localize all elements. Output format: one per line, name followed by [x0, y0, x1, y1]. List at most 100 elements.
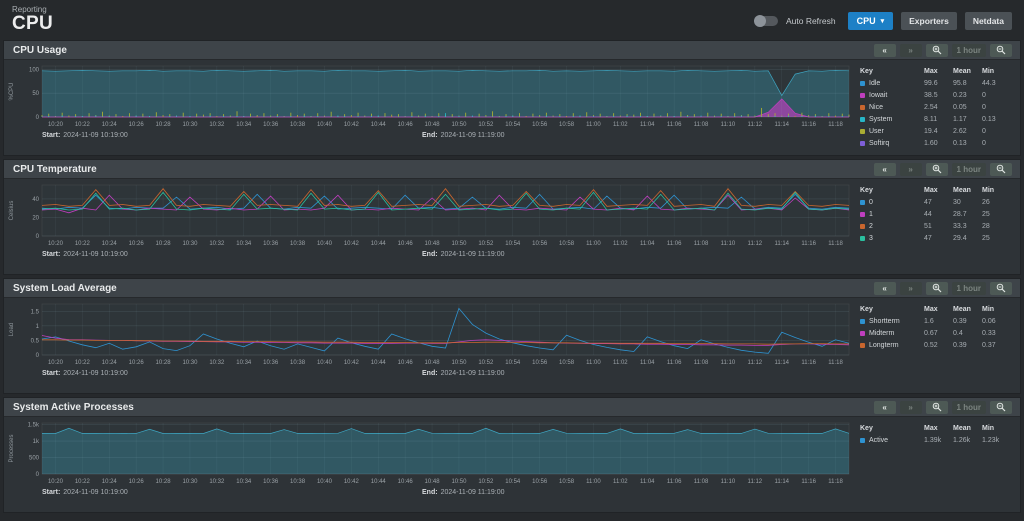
series-color-dot [860, 330, 865, 336]
step-back-button[interactable]: « [873, 400, 896, 414]
panel-title: System Load Average [13, 282, 117, 294]
chart-cpu-temperature[interactable]: 0 20 40 10:20 10:22 10:24 10:26 10:28 10:30 10:32… [4, 182, 864, 251]
svg-text:10:28: 10:28 [156, 122, 172, 128]
svg-text:11:10: 11:10 [721, 241, 736, 247]
legend-header-min: Min [982, 186, 995, 194]
end-label: End: [422, 251, 438, 258]
svg-text:11:08: 11:08 [694, 241, 709, 247]
chart-cpu-usage[interactable]: 0 50 100 10:20 10:22 10:24 10:26 10:28 10:30 10:3… [4, 63, 864, 132]
step-forward-button[interactable]: » [899, 400, 922, 414]
svg-text:10:26: 10:26 [129, 360, 145, 366]
step-back-button[interactable]: « [873, 162, 896, 176]
step-back-button[interactable]: « [873, 43, 896, 57]
zoom-out-button[interactable] [990, 281, 1012, 295]
svg-text:10:42: 10:42 [344, 479, 360, 485]
svg-text:10:20: 10:20 [48, 360, 64, 366]
legend-max: 51 [924, 222, 932, 230]
panel-header: CPU Temperature «» 1 hour [4, 160, 1020, 179]
step-forward-button[interactable]: » [899, 162, 922, 176]
svg-text:20: 20 [32, 215, 39, 221]
panel-toolbar: «» 1 hour [873, 162, 1012, 176]
svg-text:10:56: 10:56 [532, 360, 548, 366]
legend-header: Key Max Mean Min [860, 303, 1012, 315]
legend-max: 19.4 [924, 127, 938, 135]
end-value: 2024-11-09 11:19:00 [440, 132, 505, 139]
step-forward-button[interactable]: » [899, 281, 922, 295]
panel-system-active-processes: System Active Processes «» 1 hour 0 500 1k 1.5… [3, 397, 1021, 513]
zoom-range-button[interactable]: 1 hour [951, 43, 986, 57]
auto-refresh-label: Auto Refresh [785, 16, 836, 26]
exporters-button[interactable]: Exporters [901, 12, 957, 30]
zoom-in-button[interactable] [925, 43, 948, 57]
legend-table: Key Max Mean Min Active 1.39k 1.26k 1.23k [860, 422, 1012, 446]
zoom-range-button[interactable]: 1 hour [951, 162, 986, 176]
svg-text:10:42: 10:42 [344, 122, 360, 128]
svg-text:10:46: 10:46 [398, 360, 414, 366]
legend-min: 0.13 [982, 115, 996, 123]
zoom-in-button[interactable] [925, 162, 948, 176]
zoom-range-button[interactable]: 1 hour [951, 400, 986, 414]
svg-text:10:48: 10:48 [425, 122, 441, 128]
legend-min: 0 [982, 91, 986, 99]
auto-refresh-toggle[interactable] [753, 15, 778, 27]
legend-mean: 0.39 [953, 317, 967, 325]
zoom-in-button[interactable] [925, 281, 948, 295]
svg-text:10:24: 10:24 [102, 241, 118, 247]
svg-text:11:04: 11:04 [640, 122, 655, 128]
step-back-button[interactable]: « [873, 281, 896, 295]
svg-text:0: 0 [36, 472, 40, 478]
legend-row: User 19.4 2.62 0 [860, 125, 1012, 137]
svg-text:10:34: 10:34 [236, 479, 252, 485]
legend-max: 1.6 [924, 317, 934, 325]
zoom-out-button[interactable] [990, 43, 1012, 57]
zoom-range-button[interactable]: 1 hour [951, 281, 986, 295]
panel-header: CPU Usage «» 1 hour [4, 41, 1020, 60]
zoom-in-button[interactable] [925, 400, 948, 414]
panel-toolbar: «» 1 hour [873, 43, 1012, 57]
legend-key: Nice [869, 103, 884, 111]
netdata-button[interactable]: Netdata [964, 12, 1012, 30]
zoom-out-button[interactable] [990, 400, 1012, 414]
svg-text:10:54: 10:54 [505, 479, 521, 485]
legend-key: 2 [869, 222, 873, 230]
panel-cpu-usage: CPU Usage «» 1 hour 0 50 100 10:20 10:22 10:24 10… [3, 40, 1021, 156]
svg-text:1: 1 [36, 324, 40, 330]
legend-mean: 2.62 [953, 127, 967, 135]
legend-header-mean: Mean [953, 305, 971, 313]
legend-mean: 0.13 [953, 139, 967, 147]
svg-text:10:32: 10:32 [209, 241, 225, 247]
zoom-out-button[interactable] [990, 162, 1012, 176]
legend-header-max: Max [924, 186, 938, 194]
legend-mean: 33.3 [953, 222, 967, 230]
chart-system-load-average[interactable]: 0 0.5 1 1.5 10:20 10:22 10:24 10:26 10:28 10:30 10… [4, 301, 864, 370]
legend-row: System 8.11 1.17 0.13 [860, 113, 1012, 125]
svg-text:10:30: 10:30 [182, 122, 198, 128]
svg-text:11:16: 11:16 [801, 479, 816, 485]
scope-dropdown-button[interactable]: CPU ▾ [847, 12, 894, 30]
start-value: 2024-11-09 10:19:00 [63, 370, 128, 377]
legend-header-max: Max [924, 424, 938, 432]
svg-text:11:02: 11:02 [613, 241, 628, 247]
time-range: Start: 2024-11-09 10:19:00 End: 2024-11-09 … [4, 370, 864, 381]
end-value: 2024-11-09 11:19:00 [440, 370, 505, 377]
legend-header-mean: Mean [953, 424, 971, 432]
svg-text:10:36: 10:36 [263, 360, 279, 366]
legend-key: 1 [869, 210, 873, 218]
step-forward-button[interactable]: » [899, 43, 922, 57]
series-color-dot [860, 128, 865, 134]
legend-min: 0.06 [982, 317, 996, 325]
series-color-dot [860, 199, 865, 205]
svg-text:11:18: 11:18 [828, 360, 843, 366]
legend-row: Iowait 38.5 0.23 0 [860, 89, 1012, 101]
chart-system-active-processes[interactable]: 0 500 1k 1.5k 10:20 10:22 10:24 10:26 10:28 10:30… [4, 420, 864, 489]
svg-text:10:44: 10:44 [371, 360, 387, 366]
legend-row: 0 47 30 26 [860, 196, 1012, 208]
svg-text:11:12: 11:12 [748, 360, 763, 366]
legend-min: 44.3 [982, 79, 996, 87]
legend-header-min: Min [982, 67, 995, 75]
svg-text:10:28: 10:28 [156, 241, 172, 247]
chevron-down-icon: ▾ [880, 18, 885, 25]
svg-text:10:30: 10:30 [182, 479, 198, 485]
svg-text:10:38: 10:38 [290, 479, 306, 485]
svg-text:11:14: 11:14 [774, 360, 789, 366]
